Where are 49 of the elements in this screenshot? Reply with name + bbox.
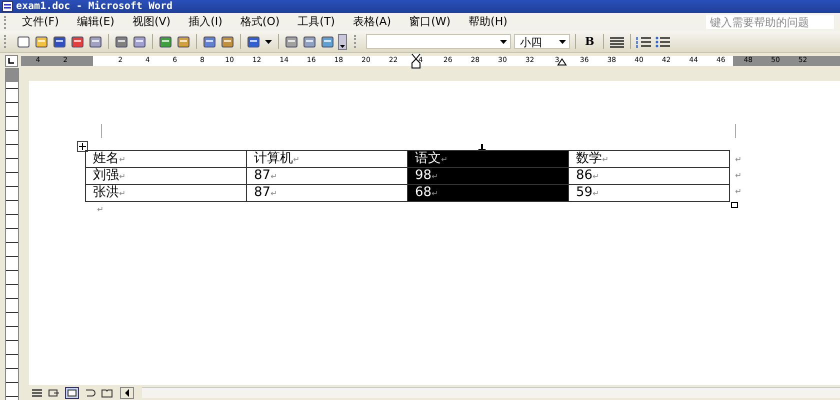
row-end-mark: ↵	[735, 186, 742, 198]
indent-marker-icon[interactable]	[411, 52, 421, 68]
web-view-icon[interactable]	[48, 388, 60, 398]
numbered-list-icon[interactable]	[636, 36, 652, 48]
table-cell: 张洪↵	[86, 184, 246, 202]
print-layout-view-icon[interactable]	[65, 386, 79, 398]
menu-item[interactable]: 文件(F)	[13, 14, 68, 30]
horizontal-scrollbar[interactable]	[142, 387, 840, 398]
reading-view-icon[interactable]	[101, 388, 113, 398]
menu-item[interactable]: 插入(I)	[180, 14, 232, 30]
help-search-field[interactable]: 键入需要帮助的问题	[706, 15, 834, 29]
table-cell: 刘强↵	[86, 168, 246, 184]
table-cell: 86↵	[568, 168, 730, 184]
table-cell: 数学↵	[568, 150, 730, 168]
table-move-handle-icon[interactable]	[77, 141, 88, 152]
table-cell: 98↵	[408, 168, 568, 184]
table-cell: 计算机↵	[246, 150, 408, 168]
word-document-icon	[2, 1, 13, 12]
table-cell: 语文↵	[408, 150, 568, 168]
menu-item[interactable]: 帮助(H)	[460, 14, 516, 30]
menu-item[interactable]: 编辑(E)	[68, 14, 124, 30]
menu-item[interactable]: 格式(O)	[231, 14, 289, 30]
menu-item[interactable]: 工具(T)	[288, 14, 344, 30]
paragraph-mark: ↵	[97, 205, 104, 214]
menu-item[interactable]: 窗口(W)	[400, 14, 460, 30]
column-marker-icon[interactable]	[557, 56, 567, 66]
scroll-left-icon[interactable]	[120, 386, 134, 398]
table-cell: 59↵	[568, 184, 730, 202]
toolbar-options-icon[interactable]	[338, 34, 347, 50]
font-size-dropdown[interactable]: 小四	[514, 34, 570, 49]
tab-selector-icon[interactable]	[5, 54, 18, 66]
row-end-mark: ↵	[735, 170, 742, 182]
row-end-mark: ↵	[735, 154, 742, 166]
outline-view-icon[interactable]	[84, 388, 96, 398]
menu-item[interactable]: 表格(A)	[344, 14, 400, 30]
menu-item[interactable]: 视图(V)	[123, 14, 180, 30]
table-cell: 68↵	[408, 184, 568, 202]
bold-button[interactable]: B	[581, 35, 598, 48]
table-cell: 姓名↵	[86, 150, 246, 168]
caret-icon[interactable]	[500, 40, 507, 44]
window-title: exam1.doc - Microsoft Word	[16, 0, 173, 12]
dropdown-icon[interactable]	[265, 40, 272, 44]
normal-view-icon[interactable]	[31, 388, 43, 398]
table-resize-handle-icon[interactable]	[730, 202, 738, 208]
caret-icon[interactable]	[559, 40, 566, 44]
bullet-list-icon[interactable]	[655, 36, 672, 48]
table-cell: 87↵	[246, 168, 408, 184]
align-icon[interactable]	[609, 36, 626, 48]
table-cell: 87↵	[246, 184, 408, 202]
